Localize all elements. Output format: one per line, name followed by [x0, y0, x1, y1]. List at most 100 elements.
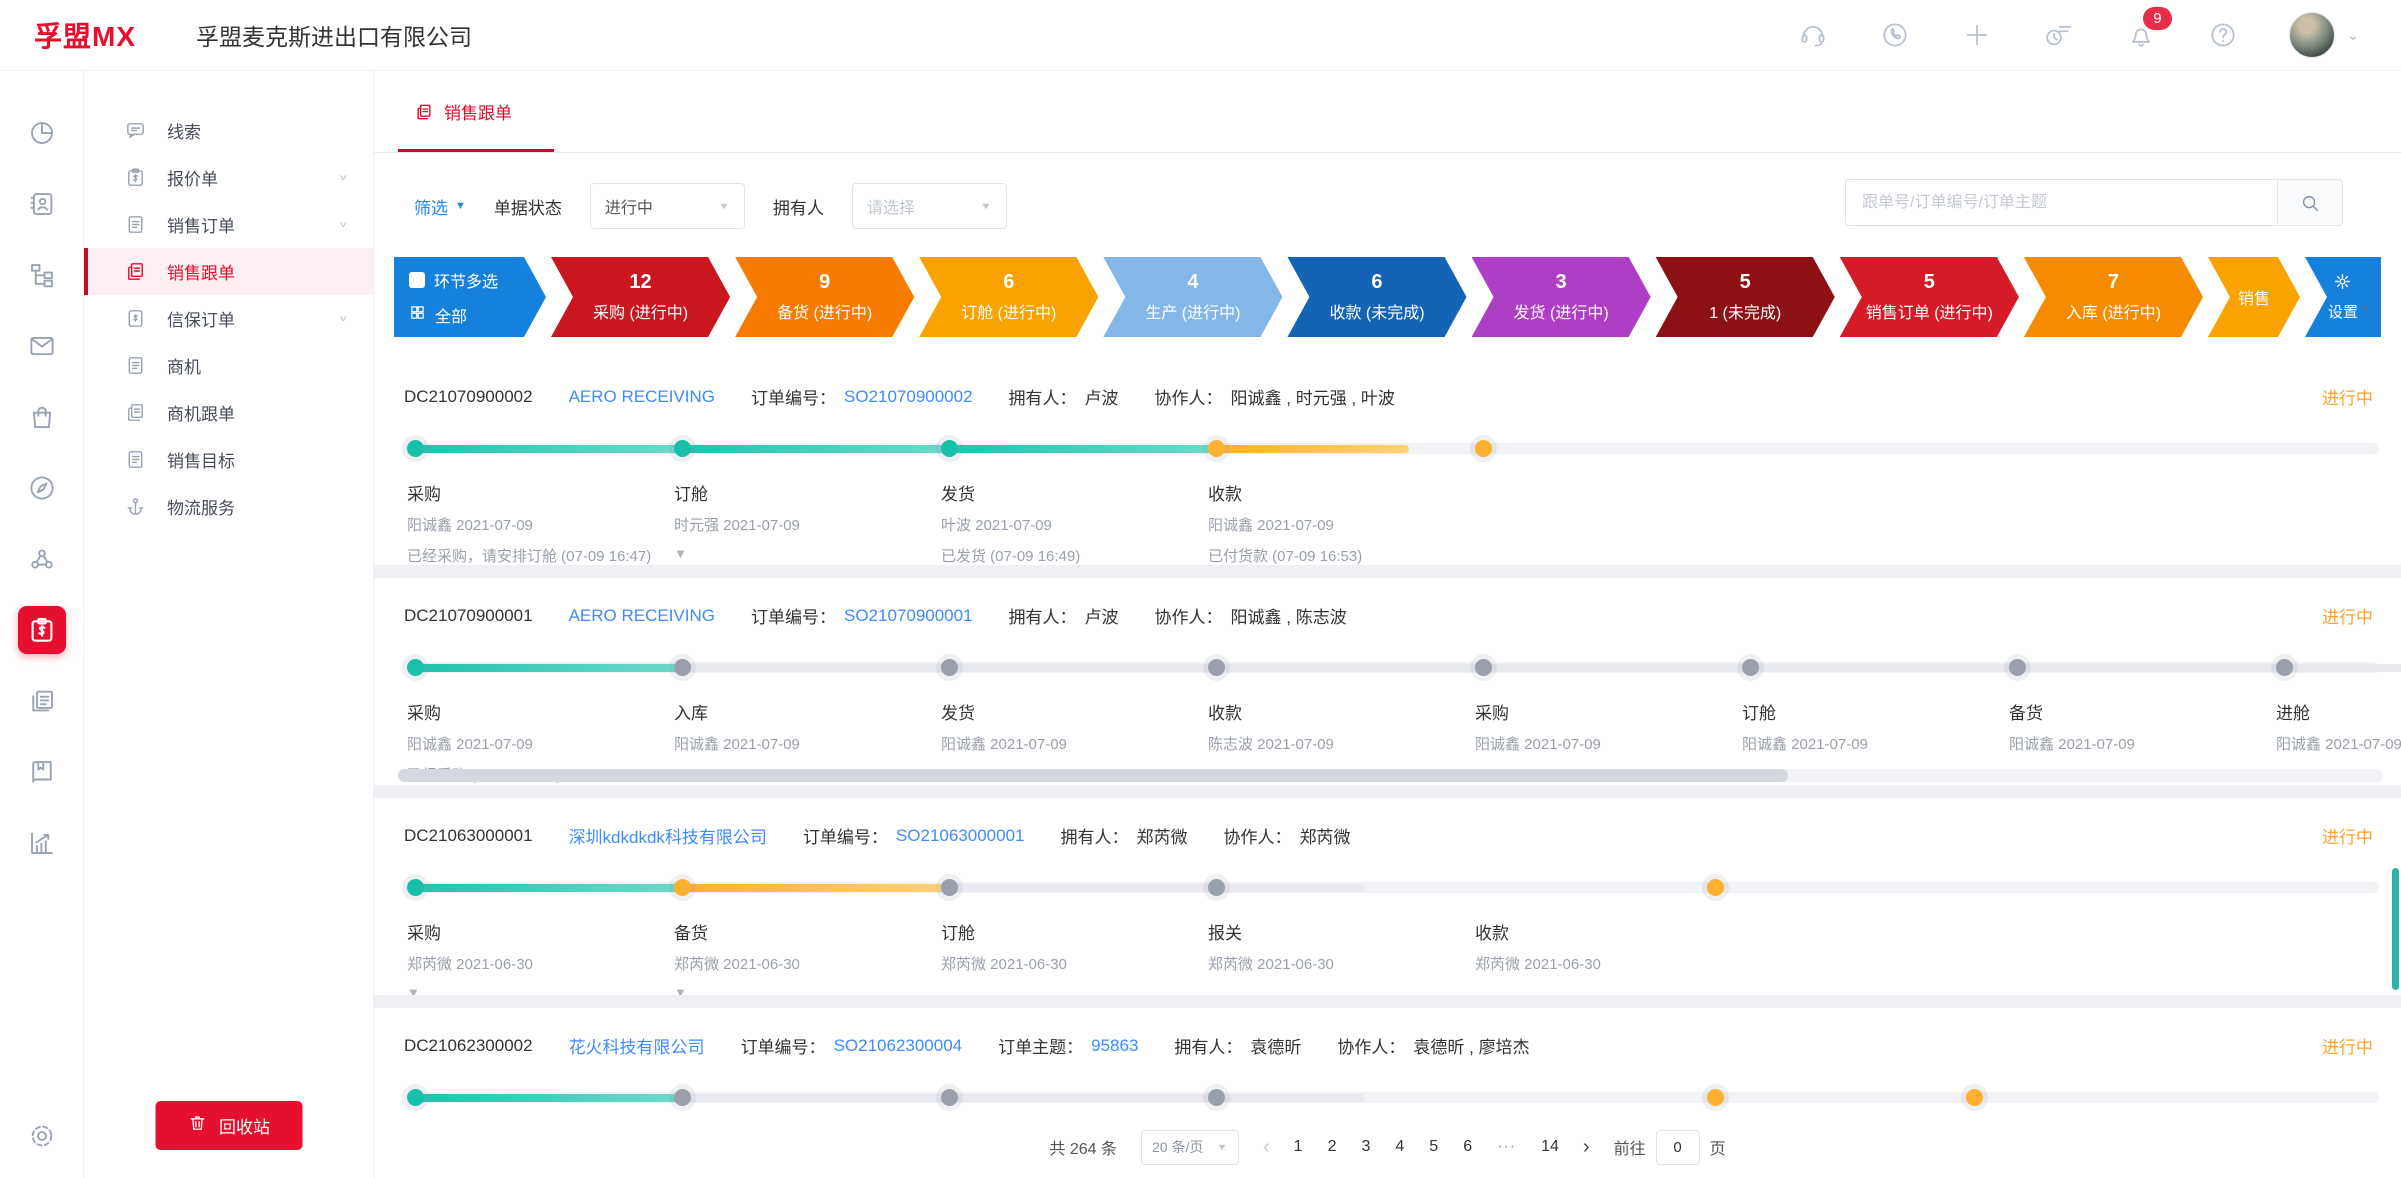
chat-phone-icon[interactable]	[1879, 19, 1911, 51]
expand-chevron-icon[interactable]: ˅	[339, 172, 347, 184]
expand-chevron-icon[interactable]: ˅	[339, 219, 347, 231]
timeline-dot[interactable]	[1707, 879, 1724, 896]
stage-arrow-收款 (未完成)[interactable]: 6收款 (未完成)	[1287, 257, 1466, 337]
step-expand-caret[interactable]: ▼	[674, 985, 694, 995]
timeline-dot[interactable]	[941, 1089, 958, 1106]
status-filter-select[interactable]: 进行中 ▼	[590, 183, 745, 229]
prev-page-button[interactable]: ‹	[1263, 1136, 1270, 1159]
history-icon[interactable]	[2043, 19, 2075, 51]
timeline-dot[interactable]	[407, 440, 424, 457]
sidebar-item-物流服务[interactable]: 物流服务	[84, 483, 373, 530]
timeline-dot[interactable]	[1475, 659, 1492, 676]
order-no-link[interactable]: SO21070900001	[844, 606, 973, 626]
page-number-6[interactable]: 6	[1463, 1138, 1472, 1156]
step-expand-caret[interactable]: ▼	[674, 546, 694, 561]
rail-item-pie-chart-icon[interactable]	[13, 97, 71, 168]
filter-toggle[interactable]: 筛选 ▼	[414, 194, 466, 219]
page-number-2[interactable]: 2	[1328, 1138, 1337, 1156]
avatar[interactable]	[2289, 12, 2335, 58]
timeline-dot[interactable]	[674, 879, 691, 896]
page-number-1[interactable]: 1	[1294, 1138, 1303, 1156]
tab-sales-follow[interactable]: 销售跟单	[398, 71, 554, 152]
checkbox[interactable]	[409, 272, 425, 288]
vertical-scrollbar-thumb[interactable]	[2392, 868, 2399, 990]
rail-item-book-icon[interactable]	[13, 736, 71, 807]
horizontal-scrollbar[interactable]	[398, 769, 2383, 782]
sidebar-item-销售跟单[interactable]: 销售跟单	[84, 248, 373, 295]
rail-item-chart-icon[interactable]	[13, 807, 71, 878]
page-size-select[interactable]: 20 条/页 ▼	[1141, 1130, 1239, 1165]
owner-filter-select[interactable]: 请选择 ▼	[852, 183, 1007, 229]
rail-item-contacts-icon[interactable]	[13, 168, 71, 239]
sidebar-item-商机[interactable]: 商机	[84, 342, 373, 389]
timeline-dot[interactable]	[1742, 659, 1759, 676]
stage-arrow-1 (未完成)[interactable]: 51 (未完成)	[1656, 257, 1835, 337]
stage-settings-button[interactable]: 设置	[2305, 257, 2381, 337]
search-input[interactable]	[1845, 179, 2277, 226]
timeline-dot[interactable]	[941, 879, 958, 896]
recycle-bin-button[interactable]: 回收站	[155, 1101, 302, 1150]
page-number-3[interactable]: 3	[1361, 1138, 1370, 1156]
rail-item-documents-icon[interactable]	[13, 665, 71, 736]
customer-link[interactable]: 花火科技有限公司	[569, 1033, 705, 1058]
sidebar-item-报价单[interactable]: 报价单˅	[84, 154, 373, 201]
sidebar-item-销售订单[interactable]: 销售订单˅	[84, 201, 373, 248]
settings-gear-icon[interactable]	[27, 1121, 57, 1156]
customer-link[interactable]: AERO RECEIVING	[569, 606, 715, 626]
sidebar-item-信保订单[interactable]: 信保订单˅	[84, 295, 373, 342]
plus-icon[interactable]	[1961, 19, 1993, 51]
horizontal-scrollbar-thumb[interactable]	[398, 769, 1788, 782]
timeline-dot[interactable]	[941, 440, 958, 457]
stage-arrow-销售订单 (进行中)[interactable]: 5销售订单 (进行中)	[1840, 257, 2019, 337]
sidebar-item-商机跟单[interactable]: 商机跟单	[84, 389, 373, 436]
user-menu[interactable]: ⌄	[2289, 12, 2359, 58]
rail-item-compass-icon[interactable]	[13, 452, 71, 523]
order-theme-link[interactable]: 95863	[1091, 1036, 1138, 1056]
timeline-dot[interactable]	[407, 659, 424, 676]
customer-link[interactable]: AERO RECEIVING	[569, 387, 715, 407]
stage-arrow-采购 (进行中)[interactable]: 12采购 (进行中)	[551, 257, 730, 337]
all-stages-option[interactable]: 全部	[409, 303, 467, 327]
order-no-link[interactable]: SO21063000001	[896, 826, 1025, 846]
timeline-dot[interactable]	[674, 1089, 691, 1106]
timeline-dot[interactable]	[1707, 1089, 1724, 1106]
stage-arrow-销售[interactable]: 销售	[2208, 257, 2300, 337]
timeline-dot[interactable]	[674, 659, 691, 676]
rail-item-mail-icon[interactable]	[13, 310, 71, 381]
multi-select-option[interactable]: 环节多选	[409, 268, 498, 292]
timeline-dot[interactable]	[941, 659, 958, 676]
page-number-14[interactable]: 14	[1541, 1138, 1559, 1156]
timeline-dot[interactable]	[674, 440, 691, 457]
timeline-dot[interactable]	[1208, 659, 1225, 676]
rail-item-bag-icon[interactable]	[13, 381, 71, 452]
notifications[interactable]: 9	[2125, 19, 2157, 51]
timeline-dot[interactable]	[1208, 440, 1225, 457]
page-number-5[interactable]: 5	[1429, 1138, 1438, 1156]
stage-arrow-备货 (进行中)[interactable]: 9备货 (进行中)	[735, 257, 914, 337]
sidebar-item-线索[interactable]: 线索	[84, 107, 373, 154]
rail-item-sales-clipboard-icon[interactable]	[13, 594, 71, 665]
headset-icon[interactable]	[1797, 19, 1829, 51]
goto-page-input[interactable]	[1656, 1130, 1700, 1165]
timeline-dot[interactable]	[1966, 1089, 1983, 1106]
customer-link[interactable]: 深圳kdkdkdk科技有限公司	[569, 823, 767, 848]
timeline-dot[interactable]	[407, 879, 424, 896]
order-no-link[interactable]: SO21062300004	[834, 1036, 963, 1056]
search-button[interactable]	[2277, 179, 2343, 226]
sidebar-item-销售目标[interactable]: 销售目标	[84, 436, 373, 483]
next-page-button[interactable]: ›	[1583, 1136, 1590, 1159]
stage-arrow-入库 (进行中)[interactable]: 7入库 (进行中)	[2024, 257, 2203, 337]
timeline-dot[interactable]	[1208, 1089, 1225, 1106]
timeline-dot[interactable]	[1475, 440, 1492, 457]
timeline-dot[interactable]	[2009, 659, 2026, 676]
timeline-dot[interactable]	[1208, 879, 1225, 896]
stage-arrow-发货 (进行中)[interactable]: 3发货 (进行中)	[1472, 257, 1651, 337]
expand-chevron-icon[interactable]: ˅	[339, 313, 347, 325]
page-number-4[interactable]: 4	[1395, 1138, 1404, 1156]
stage-arrow-订舱 (进行中)[interactable]: 6订舱 (进行中)	[919, 257, 1098, 337]
stage-arrow-生产 (进行中)[interactable]: 4生产 (进行中)	[1103, 257, 1282, 337]
order-no-link[interactable]: SO21070900002	[844, 387, 973, 407]
rail-item-network-icon[interactable]	[13, 523, 71, 594]
timeline-dot[interactable]	[2276, 659, 2293, 676]
help-icon[interactable]	[2207, 19, 2239, 51]
